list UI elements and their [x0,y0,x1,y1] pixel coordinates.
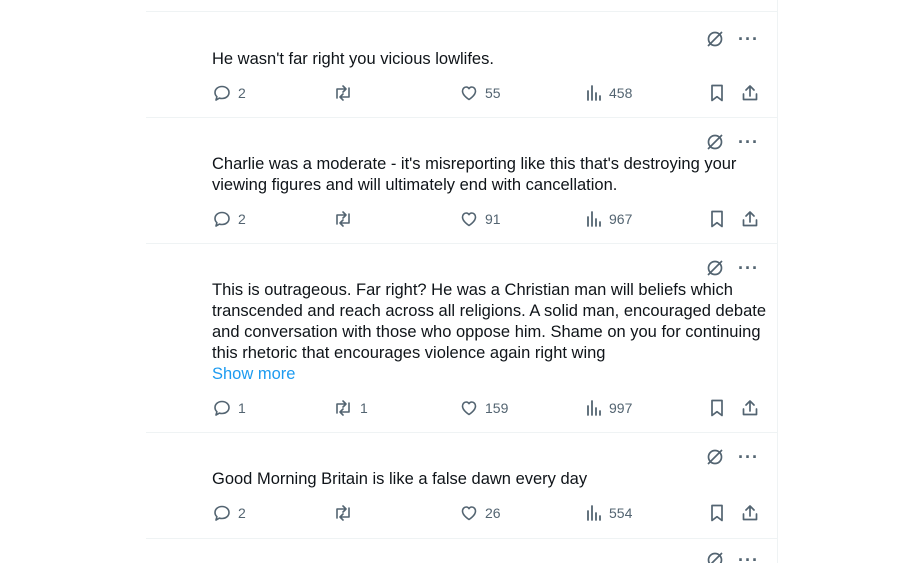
reply-button[interactable]: 2 [212,83,246,103]
like-count: 26 [485,505,501,521]
repost-icon [336,400,350,416]
bookmark-button[interactable] [708,398,726,418]
bookmark-button[interactable] [708,83,726,103]
post-2[interactable]: ··· Charlie was a moderate - it's misrep… [146,118,777,243]
post-body: This is outrageous. Far right? He was a … [212,281,767,362]
more-icon[interactable]: ··· [738,551,759,563]
reply-feed: ··· He wasn't far right you vicious lowl… [146,0,778,563]
post-5-partial[interactable]: ··· [146,539,777,563]
reply-icon [214,211,230,227]
post-body: He wasn't far right you vicious lowlifes… [212,50,494,68]
grok-icon[interactable] [706,259,724,277]
views-count: 967 [609,211,633,227]
reply-icon [214,505,230,521]
post-top-icons: ··· [706,551,759,563]
post-text: Good Morning Britain is like a false daw… [212,469,772,490]
like-icon [461,212,477,227]
share-icon [742,85,758,101]
grok-icon[interactable] [706,551,724,563]
like-count: 91 [485,211,501,227]
like-icon [461,401,477,416]
more-icon[interactable]: ··· [738,448,759,466]
share-button[interactable] [740,209,760,229]
views-button[interactable]: 997 [585,398,632,418]
repost-button[interactable]: 1 [332,398,368,418]
post-3[interactable]: ··· This is outrageous. Far right? He wa… [146,244,777,432]
post-body: Charlie was a moderate - it's misreporti… [212,155,737,194]
like-button[interactable]: 55 [459,83,501,103]
share-icon [742,505,758,521]
views-count: 997 [609,400,633,416]
reply-button[interactable]: 2 [212,209,246,229]
views-count: 554 [609,505,633,521]
bookmark-icon [711,84,723,102]
grok-icon[interactable] [706,448,724,466]
post-body: Good Morning Britain is like a false daw… [212,470,588,488]
views-icon [587,400,601,416]
reply-button[interactable]: 2 [212,503,246,523]
post-text: This is outrageous. Far right? He was a … [212,280,772,385]
post-top-icons: ··· [706,30,759,48]
reply-count: 2 [238,85,246,101]
repost-button[interactable] [332,209,360,229]
post-actions: 2 55 458 [212,83,762,105]
like-icon [461,86,477,101]
views-button[interactable]: 554 [585,503,632,523]
like-button[interactable]: 26 [459,503,501,523]
bookmark-icon [711,210,723,228]
bookmark-button[interactable] [708,503,726,523]
post-actions: 2 26 554 [212,503,762,525]
like-button[interactable]: 91 [459,209,501,229]
post-top-icons: ··· [706,133,759,151]
like-icon [461,506,477,521]
more-icon[interactable]: ··· [738,259,759,277]
post-1[interactable]: ··· He wasn't far right you vicious lowl… [146,12,777,117]
like-count: 55 [485,85,501,101]
share-button[interactable] [740,83,760,103]
post-actions: 1 1 159 997 [212,398,762,420]
reply-count: 1 [238,400,246,416]
bookmark-icon [711,399,723,417]
grok-icon[interactable] [706,30,724,48]
reply-count: 2 [238,211,246,227]
views-count: 458 [609,85,633,101]
like-count: 159 [485,400,509,416]
post-top-icons: ··· [706,259,759,277]
post-text: Charlie was a moderate - it's misreporti… [212,154,772,196]
views-button[interactable]: 458 [585,83,632,103]
share-button[interactable] [740,398,760,418]
bookmark-icon [711,504,723,522]
reply-button[interactable]: 1 [212,398,246,418]
reply-count: 2 [238,505,246,521]
post-top-icons: ··· [706,448,759,466]
repost-button[interactable] [332,503,360,523]
share-button[interactable] [740,503,760,523]
post-actions: 2 91 967 [212,209,762,231]
share-icon [742,400,758,416]
repost-icon [336,505,350,521]
bookmark-button[interactable] [708,209,726,229]
post-4[interactable]: ··· Good Morning Britain is like a false… [146,433,777,538]
views-button[interactable]: 967 [585,209,632,229]
post-text: He wasn't far right you vicious lowlifes… [212,49,772,70]
reply-icon [214,85,230,101]
like-button[interactable]: 159 [459,398,508,418]
share-icon [742,211,758,227]
more-icon[interactable]: ··· [738,30,759,48]
show-more-link[interactable]: Show more [212,364,772,385]
more-icon[interactable]: ··· [738,133,759,151]
repost-icon [336,211,350,227]
views-icon [587,211,601,227]
repost-icon [336,85,350,101]
reply-icon [214,400,230,416]
views-icon [587,85,601,101]
views-icon [587,505,601,521]
grok-icon[interactable] [706,133,724,151]
repost-button[interactable] [332,83,360,103]
repost-count: 1 [360,400,368,416]
